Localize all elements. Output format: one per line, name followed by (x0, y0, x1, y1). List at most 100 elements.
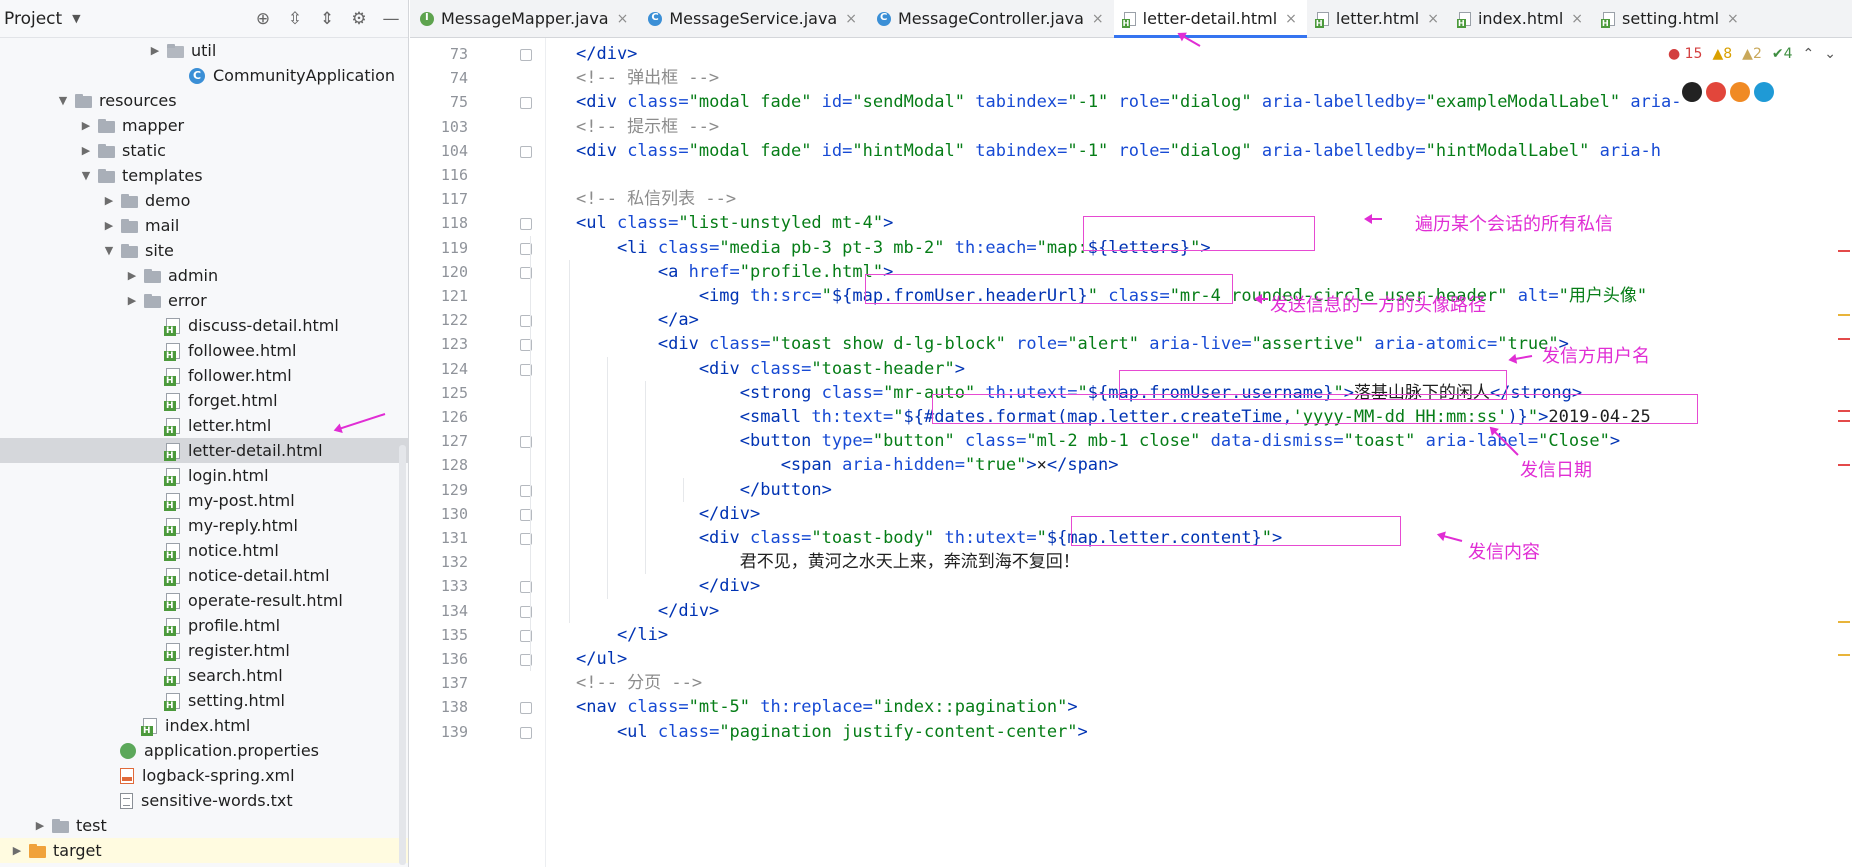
tree-item[interactable]: register.html (0, 638, 408, 663)
tree-item[interactable]: ▶ static (0, 138, 408, 163)
chevron-down-icon[interactable]: ▼ (77, 169, 95, 182)
expand-all-icon[interactable]: ⇳ (286, 9, 304, 29)
tree-item[interactable]: followee.html (0, 338, 408, 363)
locate-icon[interactable]: ⊕ (254, 9, 272, 29)
tree-item[interactable]: notice.html (0, 538, 408, 563)
collapse-all-icon[interactable]: ⇕ (318, 9, 336, 29)
tree-item[interactable]: search.html (0, 663, 408, 688)
chevron-right-icon[interactable]: ▶ (123, 269, 141, 282)
tree-item[interactable]: logback-spring.xml (0, 763, 408, 788)
folder-icon (143, 268, 163, 284)
code-token: class= (750, 358, 812, 379)
tree-item[interactable]: ▶ test (0, 813, 408, 838)
fold-marker-icon[interactable] (520, 218, 532, 231)
tree-item[interactable]: index.html (0, 713, 408, 738)
gear-icon[interactable]: ⚙ (350, 9, 368, 29)
code-editor[interactable]: 73 74 75 103 104 116 117 118 119 120 121 122 123 124 1… (410, 38, 1852, 867)
tree-item[interactable]: login.html (0, 463, 408, 488)
close-icon[interactable]: × (845, 11, 857, 27)
code-line[interactable]: <div class="modal fade" id="sendModal" t… (576, 88, 1682, 117)
code-line[interactable]: <ul class="pagination justify-content-ce… (576, 718, 1088, 747)
tree-item[interactable]: follower.html (0, 363, 408, 388)
warning-count[interactable]: ▲8 (1712, 46, 1732, 62)
chevron-right-icon[interactable]: ▶ (8, 844, 26, 857)
close-icon[interactable]: × (1092, 11, 1104, 27)
tree-item[interactable]: notice-detail.html (0, 563, 408, 588)
fold-marker-icon[interactable] (520, 49, 532, 61)
inspection-widget[interactable]: ● 15 ▲8 ▲2 ✔4 ⌃ ⌄ (1668, 46, 1836, 62)
editor-tab[interactable]: MessageController.java × (867, 0, 1114, 37)
chevron-right-icon[interactable]: ▶ (31, 819, 49, 832)
tree-item[interactable]: ▶ util (0, 38, 408, 63)
editor-tab[interactable]: MessageService.java × (638, 0, 867, 37)
warning-marker[interactable] (1838, 654, 1850, 656)
tree-item[interactable]: ▼ site (0, 238, 408, 263)
tree-item[interactable]: ▶ mail (0, 213, 408, 238)
intellij-browser-icon[interactable] (1682, 82, 1702, 102)
chevron-down-icon[interactable]: ⌄ (1824, 46, 1836, 62)
edge-icon[interactable] (1754, 82, 1774, 102)
chevron-right-icon[interactable]: ▶ (77, 119, 95, 132)
error-count[interactable]: ● 15 (1668, 46, 1703, 62)
editor-tab[interactable]: setting.html × (1593, 0, 1749, 37)
tree-item[interactable]: ▶ demo (0, 188, 408, 213)
tree-item[interactable]: setting.html (0, 688, 408, 713)
chevron-right-icon[interactable]: ▶ (100, 194, 118, 207)
fold-marker-icon[interactable] (520, 702, 532, 715)
tree-item[interactable]: forget.html (0, 388, 408, 413)
minimize-icon[interactable]: — (382, 9, 400, 29)
close-icon[interactable]: × (1427, 11, 1439, 27)
tree-item[interactable]: ▶ error (0, 288, 408, 313)
warning-marker[interactable] (1838, 314, 1850, 316)
tree-item[interactable]: sensitive-words.txt (0, 788, 408, 813)
warning-marker[interactable] (1838, 621, 1850, 623)
error-marker[interactable] (1838, 338, 1850, 340)
typo-count[interactable]: ✔4 (1772, 46, 1793, 62)
error-marker[interactable] (1838, 420, 1850, 422)
chevron-down-icon[interactable]: ▼ (100, 244, 118, 257)
fold-marker-icon[interactable] (520, 726, 532, 739)
error-marker[interactable] (1838, 464, 1850, 466)
firefox-icon[interactable] (1730, 82, 1750, 102)
error-marker[interactable] (1838, 410, 1850, 412)
tree-item[interactable]: my-post.html (0, 488, 408, 513)
error-stripe[interactable] (1838, 76, 1852, 866)
tree-item[interactable]: ▶ mapper (0, 113, 408, 138)
close-icon[interactable]: × (617, 11, 629, 27)
close-icon[interactable]: × (1571, 11, 1583, 27)
tree-item[interactable]: operate-result.html (0, 588, 408, 613)
tree-item[interactable]: letter-detail.html (0, 438, 408, 463)
weak-warning-count[interactable]: ▲2 (1742, 46, 1762, 62)
tree-item[interactable]: ▼ resources (0, 88, 408, 113)
tree-scrollbar[interactable] (399, 445, 406, 865)
fold-marker-icon[interactable] (520, 97, 532, 110)
editor-tab[interactable]: letter.html × (1307, 0, 1449, 37)
editor-tab[interactable]: MessageMapper.java × (410, 0, 638, 37)
code-line[interactable]: <div class="modal fade" id="hintModal" t… (576, 137, 1661, 166)
chevron-up-icon[interactable]: ⌃ (1803, 46, 1815, 62)
error-marker[interactable] (1838, 250, 1850, 252)
editor-tab[interactable]: letter-detail.html × (1113, 0, 1308, 38)
tree-item[interactable]: ▼ templates (0, 163, 408, 188)
tree-item-label: logback-spring.xml (142, 766, 295, 785)
chevron-down-icon[interactable]: ▼ (54, 94, 72, 107)
chevron-right-icon[interactable]: ▶ (77, 144, 95, 157)
chevron-right-icon[interactable]: ▶ (100, 219, 118, 232)
chevron-down-icon[interactable]: ▼ (72, 12, 80, 25)
code-token: "alert" (1067, 334, 1150, 355)
tree-item[interactable]: CommunityApplication (0, 63, 408, 88)
tree-item[interactable]: ▶ target (0, 838, 408, 863)
close-icon[interactable]: × (1727, 11, 1739, 27)
tree-item[interactable]: ▶ admin (0, 263, 408, 288)
editor-tab[interactable]: index.html × (1449, 0, 1593, 37)
chevron-right-icon[interactable]: ▶ (123, 294, 141, 307)
fold-marker-icon[interactable] (520, 145, 532, 158)
tree-item[interactable]: discuss-detail.html (0, 313, 408, 338)
tree-item[interactable]: profile.html (0, 613, 408, 638)
chrome-icon[interactable] (1706, 82, 1726, 102)
close-icon[interactable]: × (1285, 11, 1297, 27)
tree-item[interactable]: application.properties (0, 738, 408, 763)
chevron-right-icon[interactable]: ▶ (146, 44, 164, 57)
project-view-title[interactable]: Project (4, 9, 62, 29)
tree-item[interactable]: my-reply.html (0, 513, 408, 538)
